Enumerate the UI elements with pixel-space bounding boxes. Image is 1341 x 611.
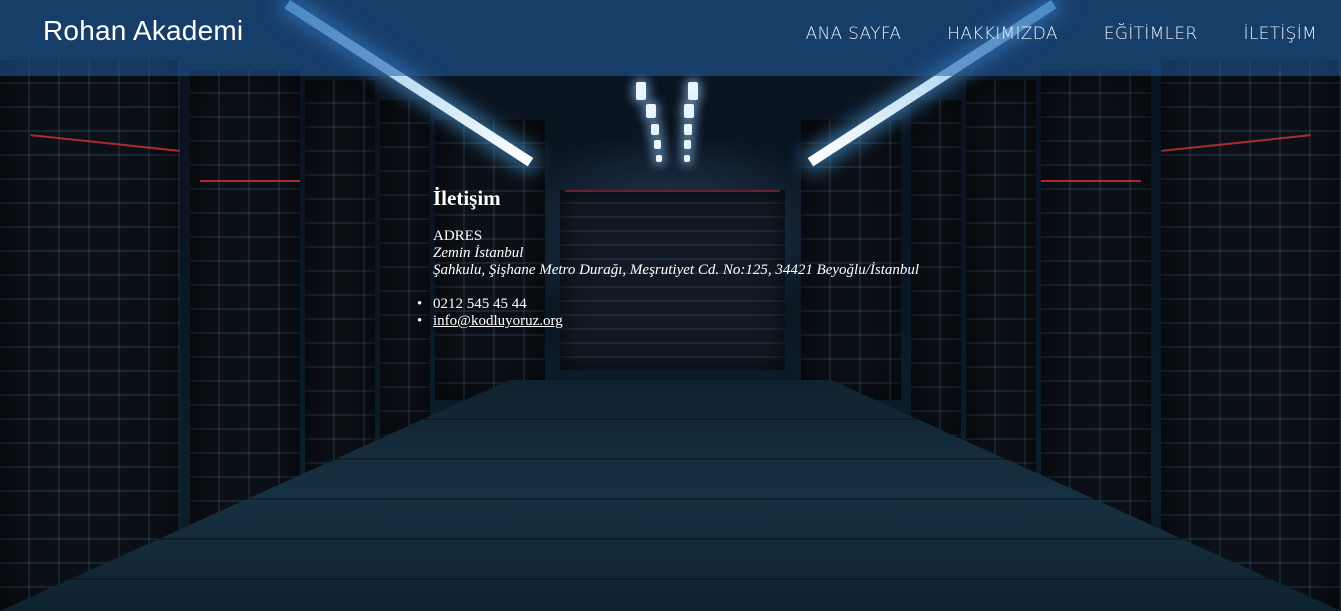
server-rack xyxy=(0,60,180,611)
nav-link-about[interactable]: HAKKIMIZDA xyxy=(947,24,1057,44)
address-place-name: Zemin İstanbul xyxy=(433,245,524,261)
nav-link-contact[interactable]: İLETİŞİM xyxy=(1244,24,1318,44)
contact-email-link[interactable]: info@kodluyoruz.org xyxy=(433,313,563,329)
ceiling-light xyxy=(651,124,659,135)
ceiling-light xyxy=(646,104,656,118)
red-light-strip xyxy=(200,180,300,182)
site-brand[interactable]: Rohan Akademi xyxy=(43,15,243,47)
red-light-strip xyxy=(1041,180,1141,182)
ceiling-light xyxy=(656,155,662,162)
server-rack xyxy=(380,100,430,450)
ceiling-light xyxy=(654,140,661,149)
contact-heading: İletişim xyxy=(433,186,501,210)
main-nav: ANA SAYFA HAKKIMIZDA EĞİTİMLER İLETİŞİM xyxy=(760,24,1317,44)
nav-link-home[interactable]: ANA SAYFA xyxy=(806,24,902,44)
nav-link-courses[interactable]: EĞİTİMLER xyxy=(1104,24,1198,44)
address-street: Şahkulu, Şişhane Metro Durağı, Meşrutiye… xyxy=(433,262,920,278)
ceiling-light xyxy=(688,82,698,100)
ceiling-light xyxy=(684,155,690,162)
address-block: ADRES Zemin İstanbul Şahkulu, Şişhane Me… xyxy=(433,228,953,279)
ceiling-light xyxy=(636,82,646,100)
contact-phone: 0212 545 45 44 xyxy=(417,296,953,313)
server-rack xyxy=(966,80,1036,500)
ceiling-light xyxy=(684,124,692,135)
address-label: ADRES xyxy=(433,228,483,244)
contact-list: 0212 545 45 44 info@kodluyoruz.org xyxy=(417,296,953,330)
server-rack xyxy=(305,80,375,500)
server-rack xyxy=(1161,60,1341,611)
top-navbar: Rohan Akademi ANA SAYFA HAKKIMIZDA EĞİTİ… xyxy=(0,0,1341,76)
ceiling-light xyxy=(684,140,691,149)
contact-section: İletişim ADRES Zemin İstanbul Şahkulu, Ş… xyxy=(417,186,953,330)
contact-email-item: info@kodluyoruz.org xyxy=(417,313,953,330)
ceiling-light xyxy=(684,104,694,118)
